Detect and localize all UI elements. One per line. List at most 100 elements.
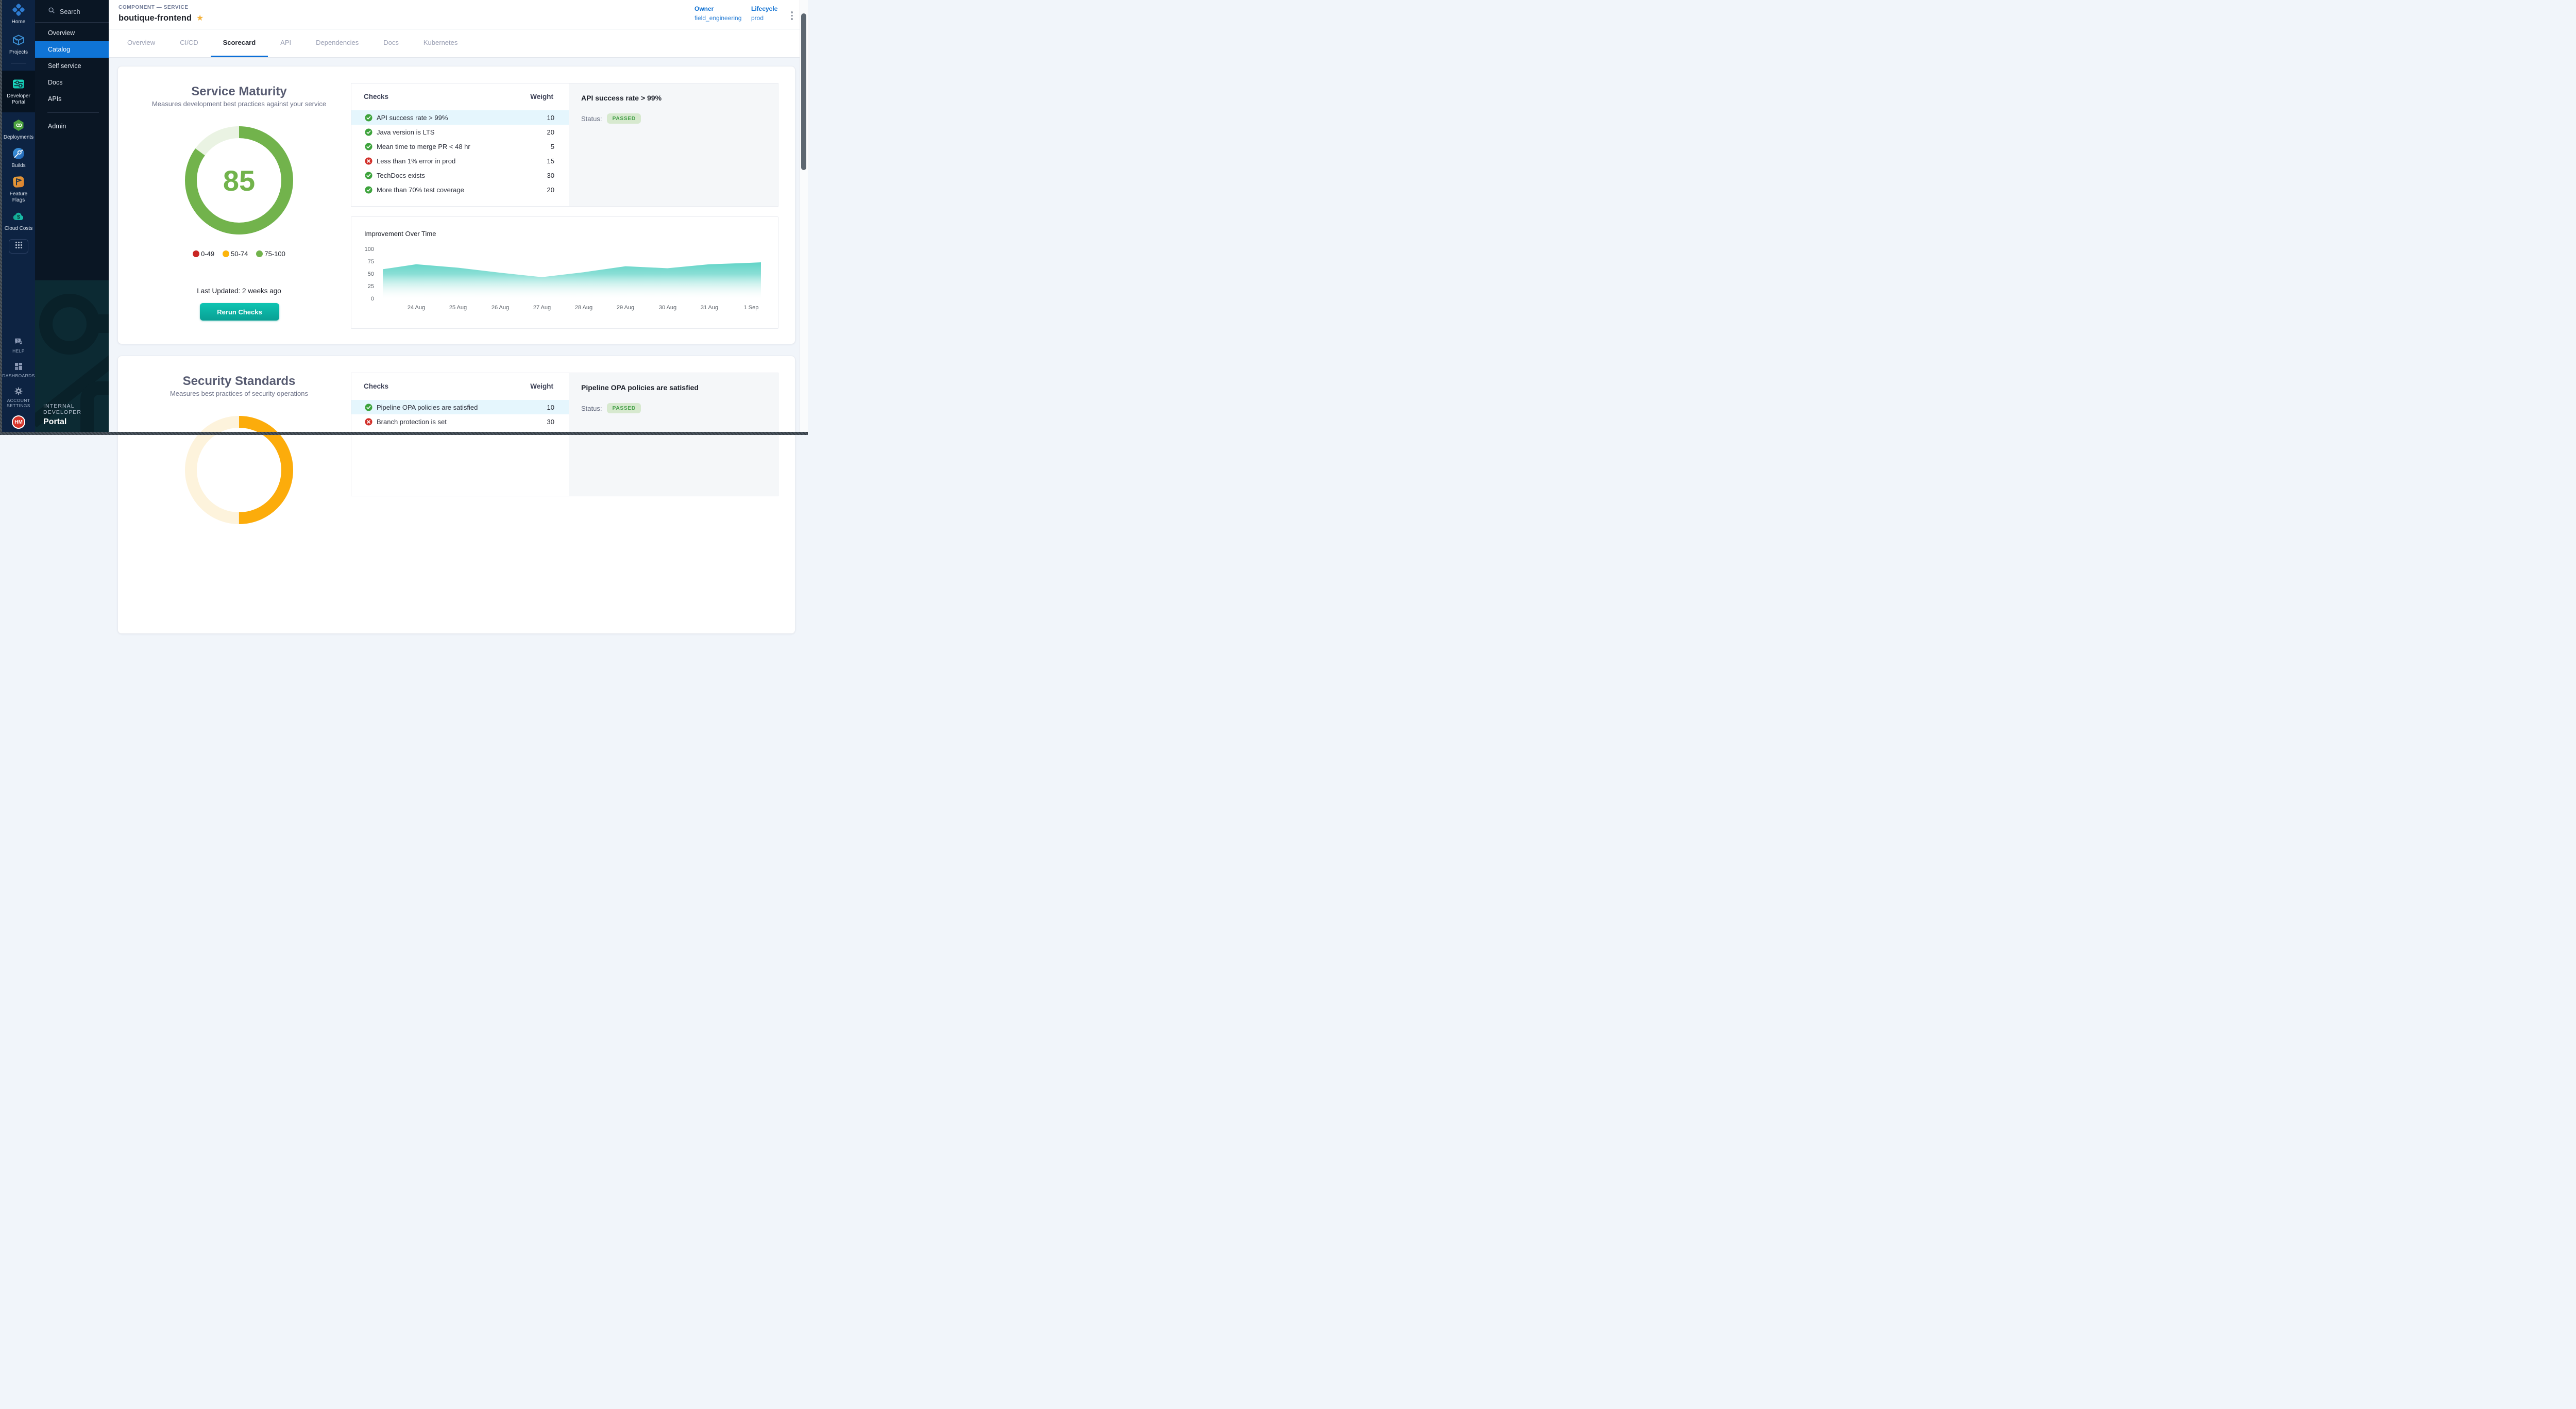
portal-eyebrow: INTERNAL DEVELOPER [43, 403, 109, 415]
search-button[interactable]: Search [35, 0, 109, 22]
scorecard-subtitle: Measures best practices of security oper… [118, 390, 360, 397]
y-axis-tick: 0 [358, 296, 374, 302]
main-content: COMPONENT — SERVICE boutique-frontend ★ … [109, 0, 800, 435]
x-axis-tick: 24 Aug [401, 305, 432, 311]
svg-text:?: ? [16, 338, 19, 343]
tab-dependencies[interactable]: Dependencies [303, 29, 371, 57]
module-item-cloud-costs[interactable]: $ Cloud Costs [2, 210, 35, 232]
grid-icon [15, 241, 23, 251]
tab-docs[interactable]: Docs [371, 29, 411, 57]
kebab-menu-icon[interactable] [789, 9, 795, 22]
tab-kubernetes[interactable]: Kubernetes [411, 29, 470, 57]
module-item-projects[interactable]: Projects [2, 33, 35, 56]
owner-link[interactable]: field_engineering [694, 14, 741, 22]
rerun-checks-button[interactable]: Rerun Checks [200, 303, 279, 321]
owner-label: Owner [694, 5, 741, 12]
scrollbar-thumb[interactable] [801, 13, 806, 170]
module-item-dashboards[interactable]: DASHBOARDS [2, 362, 35, 378]
module-item-developer-portal[interactable]: Developer Portal [2, 71, 35, 112]
status-label: Status: [581, 115, 602, 123]
check-row-mean-time-to-merge-pr-48-hr[interactable]: Mean time to merge PR < 48 hr 5 [351, 139, 569, 154]
score-value: 85 [182, 124, 296, 237]
scorecard-title: Security Standards [118, 374, 360, 389]
checks-column-header: Checks [364, 93, 388, 100]
tab-bar: OverviewCI/CDScorecardAPIDependenciesDoc… [109, 29, 800, 58]
weight-column-header: Weight [530, 93, 553, 100]
x-axis-tick: 28 Aug [568, 305, 599, 311]
lifecycle-label: Lifecycle [751, 5, 777, 12]
check-row-more-than-70-test-coverage[interactable]: More than 70% test coverage 20 [351, 182, 569, 197]
tab-ci-cd[interactable]: CI/CD [167, 29, 210, 57]
projects-icon [12, 33, 25, 47]
sidebar-item-admin[interactable]: Admin [35, 118, 109, 135]
legend-dot [223, 250, 229, 257]
check-row-less-than-1-error-in-prod[interactable]: Less than 1% error in prod 15 [351, 154, 569, 168]
sidebar-item-catalog[interactable]: Catalog [35, 41, 109, 58]
sidebar-item-overview[interactable]: Overview [35, 25, 109, 41]
module-item-account-settings[interactable]: ACCOUNT SETTINGS [2, 387, 35, 408]
check-row-pipeline-opa-policies-are-satisfied[interactable]: Pipeline OPA policies are satisfied 10 [351, 400, 569, 414]
x-axis-tick: 27 Aug [527, 305, 557, 311]
entity-header: COMPONENT — SERVICE boutique-frontend ★ … [109, 0, 800, 29]
module-item-home[interactable]: Home [2, 3, 35, 25]
legend-item: 0-49 [193, 250, 214, 258]
status-badge: PASSED [607, 403, 640, 413]
check-row-branch-protection-is-set[interactable]: Branch protection is set 30 [351, 414, 569, 429]
scorecard-security-standards: Security Standards Measures best practic… [117, 356, 795, 634]
check-row-techdocs-exists[interactable]: TechDocs exists 30 [351, 168, 569, 182]
x-axis-tick: 30 Aug [652, 305, 683, 311]
check-passed-icon [365, 143, 372, 150]
module-item-help[interactable]: ? HELP [2, 337, 35, 354]
module-sidebar-footer: ? HELP DASHBOARDS ACCOUNT SETTINGS [2, 329, 35, 408]
cloud-costs-icon: $ [12, 210, 25, 223]
check-row-java-version-is-lts[interactable]: Java version is LTS 20 [351, 125, 569, 139]
legend-dot [256, 250, 263, 257]
portal-title: Portal [43, 417, 109, 427]
checks-panel: Checks Weight API success rate > 99% 10 … [351, 83, 778, 207]
window-edge-left [0, 0, 2, 435]
module-item-deployments[interactable]: Deployments [2, 119, 35, 141]
y-axis-tick: 100 [358, 246, 374, 253]
divider [35, 22, 109, 23]
avatar[interactable]: HM [12, 415, 25, 429]
legend-dot [193, 250, 199, 257]
check-detail-title: Pipeline OPA policies are satisfied [581, 383, 699, 392]
dashboards-icon [14, 362, 23, 371]
status-badge: PASSED [607, 113, 640, 124]
scorecard-title: Service Maturity [118, 85, 360, 99]
x-axis-tick: 31 Aug [694, 305, 725, 311]
x-axis-tick: 1 Sep [736, 305, 767, 311]
search-label: Search [60, 8, 80, 15]
module-item-feature-flags[interactable]: Feature Flags [2, 175, 35, 204]
score-donut-chart [182, 413, 296, 527]
scrollbar [800, 0, 808, 435]
scorecard-service-maturity: Service Maturity Measures development be… [117, 66, 795, 344]
tab-api[interactable]: API [268, 29, 303, 57]
sidebar-item-apis[interactable]: APIs [35, 91, 109, 107]
check-row-api-success-rate-99[interactable]: API success rate > 99% 10 [351, 110, 569, 125]
sidebar-item-docs[interactable]: Docs [35, 74, 109, 91]
tab-scorecard[interactable]: Scorecard [211, 29, 268, 57]
builds-icon [12, 147, 25, 160]
page-title: boutique-frontend [118, 13, 192, 23]
module-item-builds[interactable]: Builds [2, 147, 35, 169]
check-detail-panel: API success rate > 99% Status: PASSED [569, 83, 779, 206]
check-passed-icon [365, 172, 372, 179]
tab-overview[interactable]: Overview [115, 29, 167, 57]
checks-column-header: Checks [364, 382, 388, 390]
scorecard-subtitle: Measures development best practices agai… [118, 100, 360, 108]
legend-item: 75-100 [256, 250, 285, 258]
check-passed-icon [365, 186, 372, 194]
check-passed-icon [365, 114, 372, 122]
check-failed-icon [365, 157, 372, 165]
deployments-icon [12, 119, 25, 132]
sidebar-item-self-service[interactable]: Self service [35, 58, 109, 74]
favorite-star-icon[interactable]: ★ [196, 14, 204, 23]
breadcrumb: COMPONENT — SERVICE [118, 5, 189, 10]
module-grid-button[interactable] [9, 239, 28, 254]
x-axis-tick: 25 Aug [443, 305, 473, 311]
harness-logo-icon [12, 3, 25, 16]
lifecycle-value: prod [751, 14, 777, 22]
window-edge-bottom [0, 432, 808, 435]
check-detail-title: API success rate > 99% [581, 94, 662, 102]
